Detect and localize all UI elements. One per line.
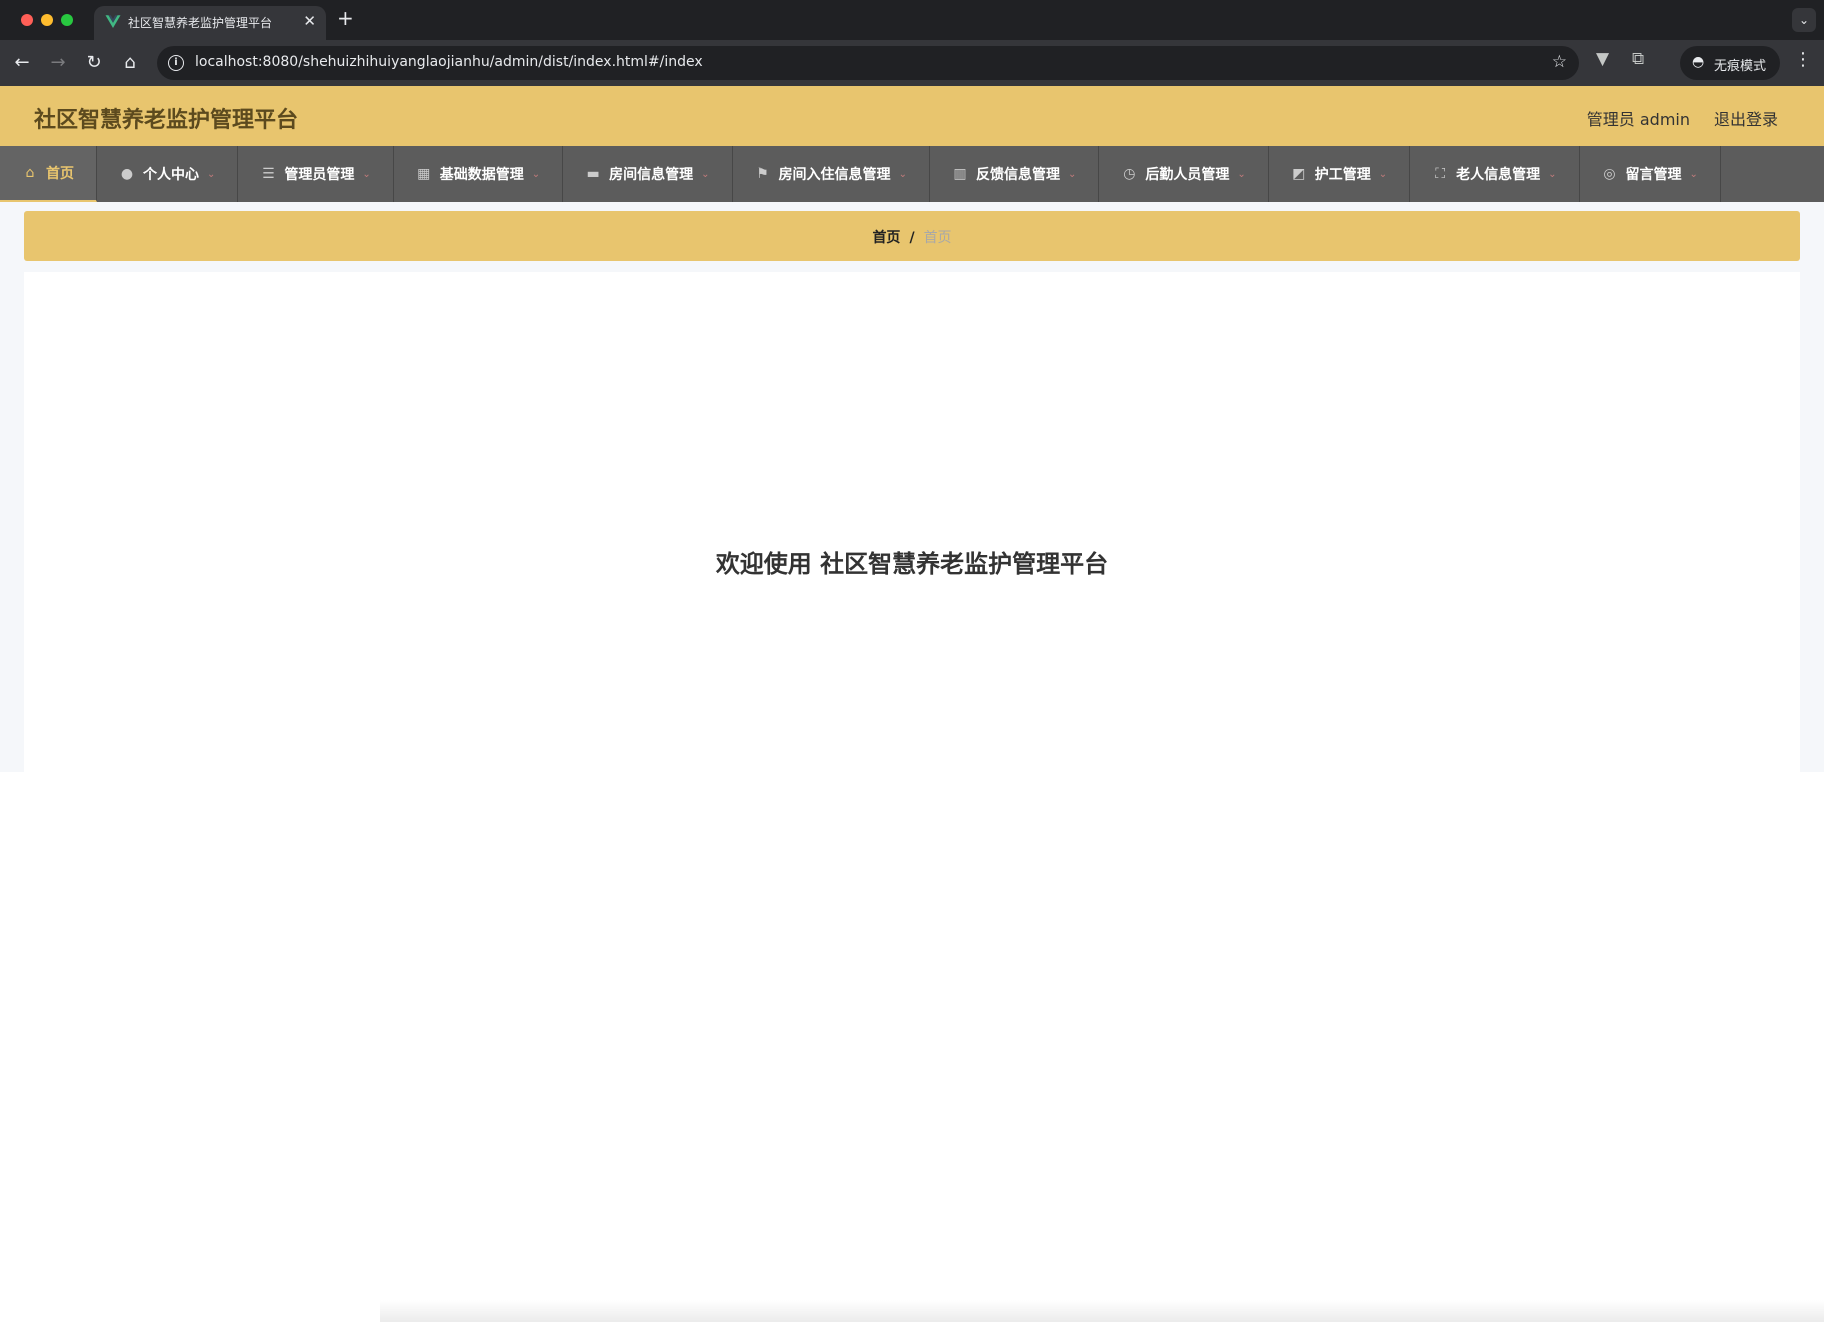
- breadcrumb-home[interactable]: 首页: [872, 230, 900, 246]
- menu-item-admin-management[interactable]: ☰ 管理员管理 ⌄: [238, 146, 394, 202]
- chevron-down-icon: ⌄: [701, 168, 710, 180]
- user-icon: ●: [120, 166, 134, 182]
- menu-item-room-checkin[interactable]: ⚑ 房间入住信息管理 ⌄: [733, 146, 930, 202]
- chart-icon: ◩: [1292, 166, 1306, 182]
- close-window-button[interactable]: [21, 14, 33, 26]
- menu-item-caregiver[interactable]: ◩ 护工管理 ⌄: [1269, 146, 1411, 202]
- clock-icon: ◷: [1123, 166, 1136, 182]
- back-arrow-icon[interactable]: ←: [8, 49, 36, 77]
- incognito-label: 无痕模式: [1714, 59, 1767, 74]
- tab-search-chevron-icon[interactable]: ⌄: [1792, 8, 1816, 32]
- menu-item-label: 管理员管理: [284, 167, 355, 183]
- tab-title: 社区智慧养老监护管理平台: [128, 16, 273, 30]
- welcome-heading: 欢迎使用 社区智慧养老监护管理平台: [715, 550, 1109, 578]
- tab-close-icon[interactable]: ✕: [303, 12, 316, 30]
- home-icon[interactable]: ⌂: [116, 49, 144, 77]
- fullscreen-icon: ⛶: [1435, 166, 1446, 182]
- top-menu: ⌂ 首页 ● 个人中心 ⌄ ☰ 管理员管理 ⌄ ▦ 基础数据管理 ⌄ ▬ 房间信…: [0, 146, 1824, 202]
- menu-item-label: 留言管理: [1625, 167, 1682, 183]
- vue-devtools-icon[interactable]: ▼: [1596, 49, 1609, 69]
- breadcrumb-separator: /: [909, 230, 915, 246]
- target-icon: ◎: [1603, 166, 1616, 182]
- menu-item-label: 老人信息管理: [1456, 167, 1541, 183]
- menu-item-elderly-info[interactable]: ⛶ 老人信息管理 ⌄: [1410, 146, 1580, 202]
- app-root: 社区智慧养老监护管理平台 管理员 admin 退出登录 ⌂ 首页 ● 个人中心 …: [0, 86, 1824, 772]
- grid-icon: ▦: [417, 166, 431, 182]
- menu-item-personal-center[interactable]: ● 个人中心 ⌄: [97, 146, 239, 202]
- vue-logo-icon: [105, 15, 121, 28]
- breadcrumb: 首页 / 首页: [24, 211, 1800, 261]
- menu-item-room-info[interactable]: ▬ 房间信息管理 ⌄: [563, 146, 733, 202]
- menu-item-logistics-staff[interactable]: ◷ 后勤人员管理 ⌄: [1099, 146, 1269, 202]
- incognito-badge[interactable]: ◓ 无痕模式: [1680, 46, 1780, 80]
- menu-item-label: 房间入住信息管理: [778, 167, 891, 183]
- info-icon[interactable]: i: [168, 55, 184, 71]
- briefcase-icon: ▬: [586, 166, 600, 182]
- chevron-down-icon: ⌄: [898, 168, 907, 180]
- browser-tab[interactable]: 社区智慧养老监护管理平台 ✕: [94, 6, 326, 40]
- app-title: 社区智慧养老监护管理平台: [34, 108, 299, 133]
- minimize-window-button[interactable]: [41, 14, 53, 26]
- maximize-window-button[interactable]: [61, 14, 73, 26]
- logout-button[interactable]: 退出登录: [1714, 106, 1778, 130]
- new-tab-button[interactable]: +: [337, 6, 354, 30]
- chevron-down-icon: ⌄: [207, 168, 216, 180]
- breadcrumb-current: 首页: [923, 230, 952, 246]
- incognito-icon: ◓: [1692, 54, 1705, 70]
- more-vertical-icon[interactable]: ⋮: [1794, 49, 1812, 70]
- menu-item-feedback[interactable]: ▥ 反馈信息管理 ⌄: [930, 146, 1100, 202]
- chevron-down-icon: ⌄: [1067, 168, 1077, 180]
- menu-item-label: 个人中心: [143, 167, 199, 183]
- chevron-down-icon: ⌄: [1237, 168, 1246, 180]
- menu-item-label: 房间信息管理: [609, 167, 694, 183]
- page-bottom-shadow: [380, 1300, 1824, 1322]
- forward-arrow-icon[interactable]: →: [44, 49, 72, 77]
- list-icon: ☰: [262, 166, 275, 182]
- building-icon: ▥: [953, 166, 967, 182]
- star-icon[interactable]: ☆: [1552, 52, 1567, 72]
- url-text[interactable]: localhost:8080/shehuizhihuiyanglaojianhu…: [195, 54, 703, 70]
- chevron-down-icon: ⌄: [362, 168, 371, 180]
- menu-item-label: 反馈信息管理: [975, 167, 1060, 183]
- chevron-down-icon: ⌄: [1378, 168, 1388, 180]
- reload-icon[interactable]: ↻: [80, 49, 108, 77]
- menu-item-messages[interactable]: ◎ 留言管理 ⌄: [1580, 146, 1721, 202]
- menu-item-label: 护工管理: [1314, 167, 1371, 183]
- chevron-down-icon: ⌄: [531, 168, 541, 180]
- home-icon: ⌂: [25, 165, 35, 181]
- menu-item-label: 基础数据管理: [439, 167, 524, 183]
- menu-item-basic-data[interactable]: ▦ 基础数据管理 ⌄: [394, 146, 564, 202]
- browser-tab-bar: 社区智慧养老监护管理平台 ✕ + ⌄: [0, 0, 1824, 40]
- flag-icon: ⚑: [756, 166, 769, 182]
- menu-item-home[interactable]: ⌂ 首页: [0, 146, 97, 202]
- chevron-down-icon: ⌄: [1548, 168, 1557, 180]
- address-bar[interactable]: i localhost:8080/shehuizhihuiyanglaojian…: [157, 46, 1579, 80]
- chevron-down-icon: ⌄: [1689, 168, 1698, 180]
- menu-item-label: 首页: [46, 166, 74, 182]
- browser-toolbar: ← → ↻ ⌂ i localhost:8080/shehuizhihuiyan…: [0, 40, 1824, 86]
- puzzle-icon[interactable]: ⧉: [1632, 49, 1644, 69]
- user-label: 管理员 admin: [1586, 110, 1690, 129]
- app-header: 社区智慧养老监护管理平台 管理员 admin 退出登录: [0, 86, 1824, 146]
- main-content: 欢迎使用 社区智慧养老监护管理平台: [24, 272, 1800, 772]
- menu-item-label: 后勤人员管理: [1145, 167, 1230, 183]
